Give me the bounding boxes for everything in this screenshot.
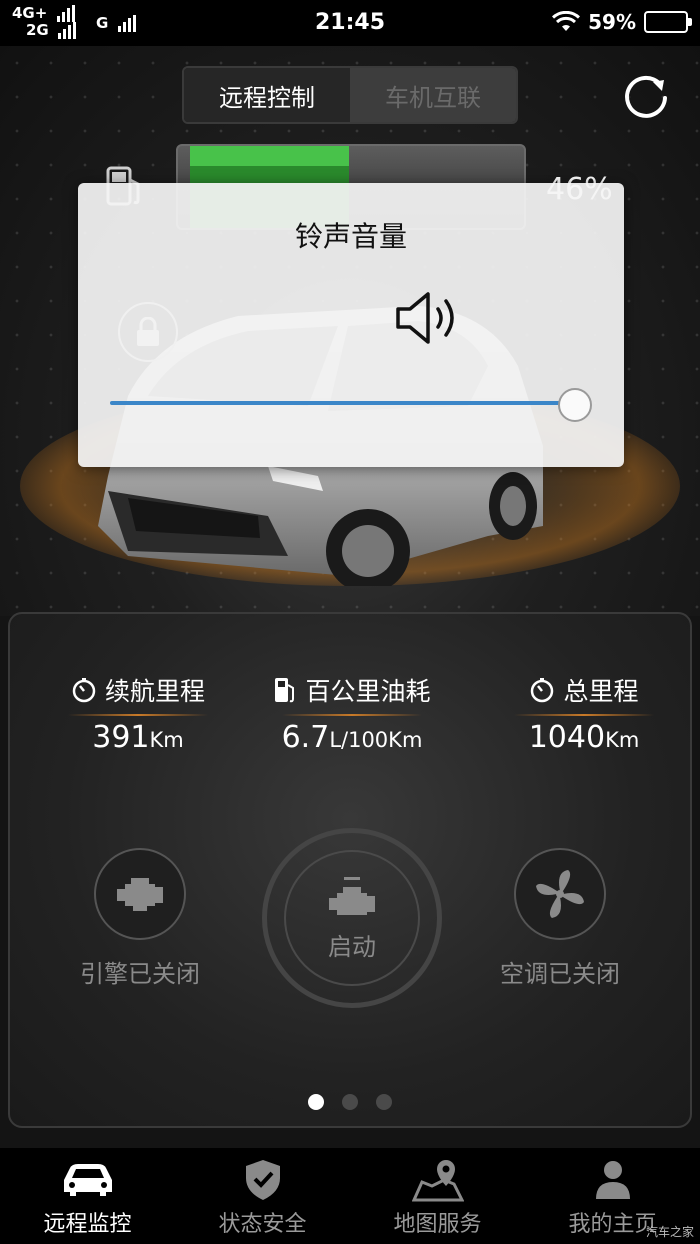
fan-icon — [536, 870, 584, 918]
stat-consumption-unit: L/100Km — [329, 728, 423, 752]
volume-dialog-title: 铃声音量 — [294, 220, 407, 253]
shield-check-icon — [245, 1160, 280, 1200]
page-dot-3[interactable] — [376, 1094, 392, 1110]
stopwatch-icon — [531, 678, 554, 703]
tab-vehicle-connect[interactable]: 车机互联 — [350, 68, 516, 122]
bottom-navigation: 远程监控 状态安全 地图服务 我的主页 汽车之家 — [0, 1148, 700, 1244]
stat-consumption-value: 6.7 — [281, 720, 330, 755]
ac-control[interactable]: 空调已关闭 — [492, 848, 628, 989]
page-dot-2[interactable] — [342, 1094, 358, 1110]
battery-icon — [644, 11, 692, 33]
stat-consumption-label: 百公里油耗 — [305, 677, 431, 706]
page-indicator — [10, 1094, 690, 1110]
stat-odometer-unit: Km — [605, 728, 640, 752]
status-bar: 4G+ 2G G 21:45 59% — [0, 0, 700, 46]
volume-slider-track[interactable] — [110, 401, 574, 405]
start-button[interactable]: 启动 — [262, 828, 442, 1008]
ringtone-volume-dialog: 铃声音量 — [78, 183, 624, 467]
engine-icon — [117, 878, 163, 911]
nav-map-service-label: 地图服务 — [393, 1212, 482, 1237]
user-icon — [595, 1161, 630, 1199]
start-button-label: 启动 — [328, 932, 376, 961]
map-pin-icon — [411, 1160, 464, 1202]
stat-odometer: 总里程 1040Km — [474, 672, 694, 755]
stat-range: 续航里程 391Km — [28, 672, 248, 755]
tab-remote-control[interactable]: 远程控制 — [184, 68, 350, 122]
nav-map-service[interactable]: 地图服务 — [350, 1148, 525, 1244]
speaker-icon — [396, 292, 454, 344]
watermark: 汽车之家 — [645, 1225, 694, 1239]
nav-remote-monitor[interactable]: 远程监控 — [0, 1148, 175, 1244]
wifi-icon — [552, 11, 581, 31]
nav-my-home-label: 我的主页 — [568, 1212, 657, 1237]
engine-button[interactable] — [94, 848, 186, 940]
stat-range-unit: Km — [149, 728, 184, 752]
battery-percent: 59% — [588, 10, 636, 34]
engine-status-label: 引擎已关闭 — [80, 960, 200, 988]
stat-consumption: 百公里油耗 6.7L/100Km — [242, 672, 462, 755]
stat-range-value: 391 — [92, 720, 150, 755]
engine-icon — [329, 876, 375, 915]
stopwatch-icon — [72, 678, 96, 703]
stat-range-label: 续航里程 — [104, 677, 205, 706]
ac-status-label: 空调已关闭 — [500, 960, 620, 988]
volume-slider-thumb[interactable] — [558, 388, 592, 422]
mode-switch: 远程控制 车机互联 — [182, 66, 518, 124]
page-dot-1[interactable] — [308, 1094, 324, 1110]
refresh-icon[interactable] — [620, 70, 672, 122]
engine-control[interactable]: 引擎已关闭 — [72, 848, 208, 989]
nav-remote-monitor-label: 远程监控 — [43, 1212, 132, 1237]
nav-status-safety-label: 状态安全 — [218, 1212, 307, 1237]
stat-odometer-value: 1040 — [528, 720, 606, 755]
vehicle-stats-card: 续航里程 391Km 百公里油耗 6.7L/100Km 总里程 1040Km 引… — [8, 612, 692, 1128]
ac-button[interactable] — [514, 848, 606, 940]
stat-odometer-label: 总里程 — [563, 677, 639, 706]
nav-status-safety[interactable]: 状态安全 — [175, 1148, 350, 1244]
car-icon — [63, 1164, 112, 1196]
fuel-pump-icon — [275, 678, 295, 703]
